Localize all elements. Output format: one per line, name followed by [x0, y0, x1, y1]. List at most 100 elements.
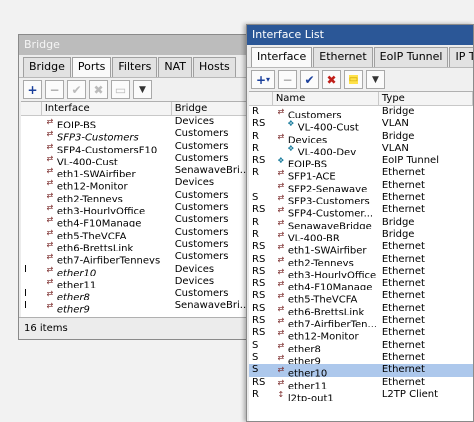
table-row[interactable]: R ↕ l2tp-out1 L2TP Client	[249, 389, 473, 401]
vlan-icon: ❖	[287, 143, 295, 153]
row-interface-name: eth12-Monitor	[56, 181, 128, 190]
table-row[interactable]: ⇄ SFP4-CustomersF10 Customers	[21, 141, 251, 153]
bridge-tabs: Bridge Ports Filters NAT Hosts	[19, 57, 253, 77]
add-button[interactable]: +	[23, 80, 42, 99]
table-row[interactable]: S ⇄ ether8 Ethernet	[249, 340, 473, 352]
disable-button[interactable]: ✖	[89, 80, 108, 99]
table-row[interactable]: ⇄ eth6-BrettsLink Customers	[21, 239, 251, 251]
remove-button[interactable]: −	[45, 80, 64, 99]
row-name: ⇄ eth4-F10Manage	[273, 278, 379, 290]
table-row[interactable]: ⇄ eth3-HourlyOffice Customers	[21, 202, 251, 214]
table-row[interactable]: RS ⇄ eth5-TheVCFA Ethernet	[249, 290, 473, 302]
interface-table: Name Type R ⇄ Customers Bridge RS ❖ VL-400-Cus…	[249, 91, 473, 421]
table-row[interactable]: I ⇄ ether9 SenawaveBri...	[21, 300, 251, 312]
table-row[interactable]: ⇄ EOIP-BS Devices	[21, 116, 251, 128]
table-row[interactable]: R ⇄ Customers Bridge	[249, 106, 473, 118]
table-row[interactable]: RS ⇄ ether11 Ethernet	[249, 377, 473, 389]
table-row[interactable]: ⇄ eth5-TheVCFA Customers	[21, 227, 251, 239]
table-row[interactable]: ⇄ ether11 Devices	[21, 276, 251, 288]
row-name: ⇄ Customers	[273, 106, 379, 118]
enable-button[interactable]: ✔	[67, 80, 86, 99]
interface-list-title[interactable]: Interface List	[247, 25, 473, 45]
tab-eoip-tunnel[interactable]: EoIP Tunnel	[373, 47, 449, 67]
table-row[interactable]: RS ⇄ eth6-BrettsLink Ethernet	[249, 303, 473, 315]
table-row[interactable]: ⇄ SFP3-Customers Customers	[21, 128, 251, 140]
row-type: Ethernet	[381, 192, 425, 204]
tab-ethernet[interactable]: Ethernet	[313, 47, 373, 67]
filter-button[interactable]: ▼	[366, 70, 385, 89]
table-row[interactable]: ⇄ VL-400-Cust Customers	[21, 153, 251, 165]
bridge-icon: ⇄	[277, 229, 285, 239]
table-row[interactable]: R ⇄ SFP1-ACE Ethernet	[249, 167, 473, 179]
bridge-window-title[interactable]: Bridge	[19, 35, 253, 55]
eth-icon: ⇄	[277, 254, 285, 264]
disable-button[interactable]: ✖	[322, 70, 341, 89]
col-type[interactable]: Type	[379, 92, 473, 105]
eth-icon: ⇄	[277, 180, 285, 190]
comment-button[interactable]: ▭	[344, 70, 363, 89]
col-name[interactable]: Name	[273, 92, 379, 105]
tab-ports[interactable]: Ports	[71, 57, 112, 77]
col-flag[interactable]	[21, 102, 42, 115]
table-row[interactable]: RS ⇄ eth12-Monitor Ethernet	[249, 327, 473, 339]
table-row[interactable]: RS ⇄ SFP4-Customer... Ethernet	[249, 204, 473, 216]
row-type: Ethernet	[381, 278, 425, 290]
table-row[interactable]: ⇄ eth2-Tenneys Customers	[21, 190, 251, 202]
table-row[interactable]: RS ❖ VL-400-Cust VLAN	[249, 118, 473, 130]
row-type: Ethernet	[381, 364, 425, 376]
row-name-text: eth3-HourlyOffice	[287, 270, 377, 279]
col-flag[interactable]	[249, 92, 273, 105]
tab-nat[interactable]: NAT	[158, 57, 193, 77]
table-row[interactable]: S ⇄ ether9 Ethernet	[249, 352, 473, 364]
interface-toolbar: + ▾ − ✔ ✖ ▭ ▼	[247, 67, 473, 91]
table-row[interactable]: RS ⇄ eth4-F10Manage Ethernet	[249, 278, 473, 290]
tab-filters[interactable]: Filters	[112, 57, 158, 77]
tab-bridge[interactable]: Bridge	[23, 57, 71, 77]
table-row[interactable]: ⇄ eth12-Monitor Devices	[21, 177, 251, 189]
row-interface: ⇄ ether10	[42, 264, 172, 276]
table-row[interactable]: ⇄ eth7-AirfiberTenneys Customers	[21, 251, 251, 263]
table-row[interactable]: ⇄ eth4-F10Manage Customers	[21, 214, 251, 226]
table-row[interactable]: I ⇄ ether8 Customers	[21, 288, 251, 300]
eth-icon: ⇄	[277, 266, 285, 276]
add-dropdown-button[interactable]: + ▾	[251, 70, 275, 89]
table-row[interactable]: RS ⇄ eth3-HourlyOffice Ethernet	[249, 266, 473, 278]
row-flag: R	[252, 216, 259, 228]
table-row[interactable]: R ⇄ VL-400-BR Bridge	[249, 229, 473, 241]
tab-hosts[interactable]: Hosts	[193, 57, 236, 77]
table-row[interactable]: R ⇄ SenawaveBridge Bridge	[249, 217, 473, 229]
table-row[interactable]: S ⇄ ether10 Ethernet	[249, 364, 473, 377]
table-row[interactable]: ⇄ eth1-SWAirfiber SenawaveBri...	[21, 165, 251, 177]
comment-button[interactable]: ▭	[111, 80, 130, 99]
table-row[interactable]: RS ⇄ eth2-Tenneys Ethernet	[249, 254, 473, 266]
table-row[interactable]: S ⇄ SFP3-Customers Ethernet	[249, 192, 473, 204]
col-interface[interactable]: Interface	[42, 102, 172, 115]
row-type: Ethernet	[381, 327, 425, 339]
port-icon: ⇄	[46, 215, 54, 225]
plus-icon: +	[27, 82, 38, 97]
table-row[interactable]: RS ⇄ eth1-SWAirfiber Ethernet	[249, 241, 473, 253]
row-flag	[21, 128, 42, 140]
filter-button[interactable]: ▼	[133, 80, 152, 99]
row-interface-name: eth3-HourlyOffice	[56, 206, 146, 215]
row-flag: RS	[252, 118, 266, 130]
table-row[interactable]: RS ⇄ eth7-AirfiberTen... Ethernet	[249, 315, 473, 327]
enable-button[interactable]: ✔	[300, 70, 319, 89]
col-bridge[interactable]: Bridge	[172, 102, 251, 115]
port-icon: ⇄	[46, 153, 54, 163]
row-name-text: EOIP-BS	[287, 159, 328, 168]
eth-icon: ⇄	[277, 352, 285, 362]
tab-interface[interactable]: Interface	[251, 47, 313, 67]
tab-ip-tunnel[interactable]: IP Tunnel	[449, 47, 473, 67]
row-name: ⇄ ether9	[273, 352, 379, 364]
table-row[interactable]: R ❖ VL-400-Dev VLAN	[249, 143, 473, 155]
row-flag: RS	[252, 302, 266, 314]
row-bridge: Customers	[174, 251, 229, 263]
table-row[interactable]: RS ❖ EOIP-BS EoIP Tunnel	[249, 155, 473, 167]
table-row[interactable]: I ⇄ ether10 Devices	[21, 264, 251, 276]
table-row[interactable]: R ⇄ Devices Bridge	[249, 131, 473, 143]
vlan-icon: ❖	[287, 119, 295, 129]
remove-button[interactable]: −	[278, 70, 297, 89]
row-name-text: eth7-AirfiberTen...	[287, 319, 378, 328]
table-row[interactable]: ⇄ SFP2-Senawave Ethernet	[249, 180, 473, 192]
